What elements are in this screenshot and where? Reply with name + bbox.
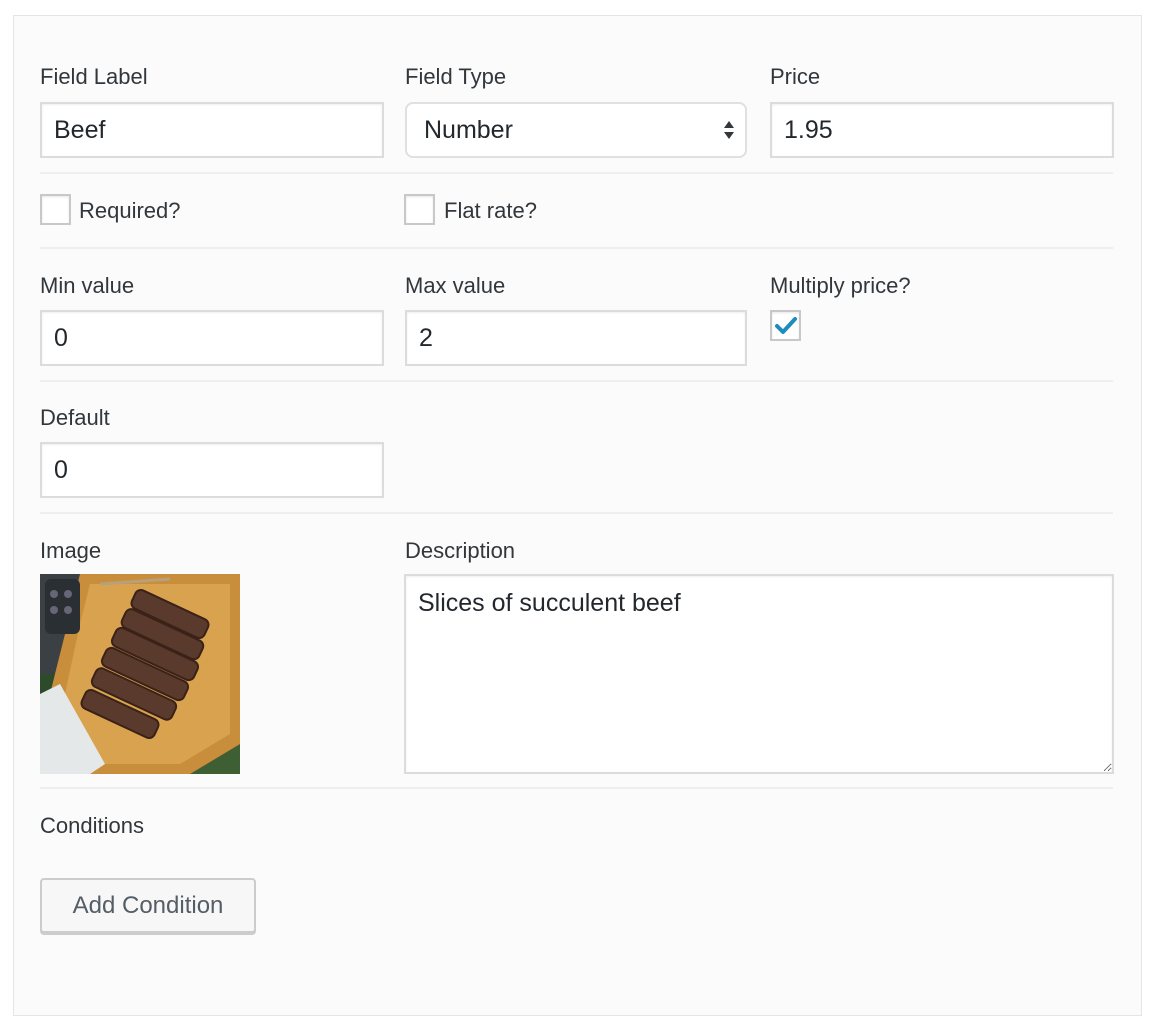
multiply-price-checkbox[interactable] (770, 310, 801, 341)
default-heading: Default (40, 405, 110, 430)
max-value-input[interactable]: 2 (405, 310, 747, 366)
product-image[interactable] (40, 574, 240, 774)
steak-image-icon (40, 574, 240, 774)
price-value: 1.95 (784, 115, 833, 144)
min-value-input[interactable]: 0 (40, 310, 384, 366)
max-value-value: 2 (419, 323, 433, 352)
required-checkbox[interactable] (40, 194, 71, 225)
price-input[interactable]: 1.95 (770, 102, 1114, 158)
field-label-value: Beef (54, 115, 106, 144)
select-arrows-icon (724, 121, 734, 139)
divider (40, 247, 1113, 249)
divider (40, 787, 1113, 789)
default-input[interactable]: 0 (40, 442, 384, 498)
conditions-heading: Conditions (40, 813, 144, 838)
add-condition-button[interactable]: Add Condition (40, 878, 256, 933)
required-label: Required? (79, 198, 181, 223)
field-label-input[interactable]: Beef (40, 102, 384, 158)
field-type-heading: Field Type (405, 64, 507, 89)
min-value-value: 0 (54, 323, 68, 352)
flat-rate-checkbox[interactable] (404, 194, 435, 225)
divider (40, 172, 1113, 174)
description-heading: Description (405, 538, 516, 563)
price-heading: Price (770, 64, 821, 89)
divider (40, 380, 1113, 382)
description-textarea[interactable]: Slices of succulent beef (404, 574, 1114, 774)
divider (40, 512, 1113, 514)
flat-rate-label: Flat rate? (444, 198, 537, 223)
checkmark-icon (775, 317, 797, 334)
max-value-heading: Max value (405, 273, 506, 298)
multiply-price-heading: Multiply price? (770, 273, 911, 298)
field-type-selected: Number (424, 115, 513, 144)
default-value: 0 (54, 455, 68, 484)
field-label-heading: Field Label (40, 64, 148, 89)
field-settings-panel (13, 15, 1142, 1016)
min-value-heading: Min value (40, 273, 135, 298)
image-heading: Image (40, 538, 102, 563)
field-type-select[interactable]: Number (405, 102, 747, 158)
